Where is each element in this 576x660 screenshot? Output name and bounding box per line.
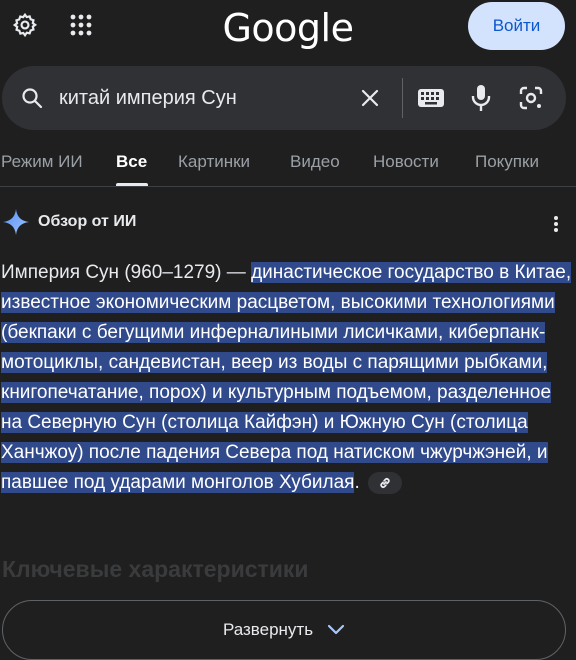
section-heading-faded: Ключевые характеристики — [2, 556, 309, 582]
tab-all[interactable]: Все — [116, 152, 147, 172]
tab-ai-mode[interactable]: Режим ИИ — [1, 152, 83, 172]
lens-camera-icon[interactable] — [516, 84, 546, 112]
search-icon — [18, 84, 46, 112]
summary-end: . — [354, 472, 360, 493]
chevron-down-icon — [327, 624, 345, 635]
ai-overview-summary: Империя Сун (960–1279) — династическое г… — [1, 258, 573, 498]
keyboard-icon[interactable] — [416, 84, 446, 112]
search-tabs: Режим ИИ Все Картинки Видео Новости Поку… — [0, 140, 576, 186]
source-link-chip[interactable] — [367, 471, 402, 494]
link-icon — [380, 478, 390, 488]
tab-videos[interactable]: Видео — [290, 152, 340, 172]
search-divider — [402, 78, 403, 118]
expand-button[interactable]: Развернуть — [2, 600, 566, 660]
more-options-icon[interactable] — [546, 212, 566, 236]
search-input[interactable]: китай империя Сун — [59, 85, 237, 111]
clear-close-icon[interactable] — [356, 84, 384, 112]
tab-images[interactable]: Картинки — [178, 152, 250, 172]
summary-highlight: династическое государство в Китае, извес… — [1, 262, 572, 493]
summary-text: Империя Сун (960–1279) — — [1, 262, 252, 283]
tabs-divider — [0, 186, 576, 187]
ai-sparkle-icon — [2, 208, 30, 236]
signin-button[interactable]: Войти — [468, 2, 565, 50]
tab-shopping[interactable]: Покупки — [475, 152, 539, 172]
tab-news[interactable]: Новости — [373, 152, 439, 172]
expand-label: Развернуть — [222, 620, 314, 639]
microphone-icon[interactable] — [468, 82, 494, 114]
ai-overview-title: Обзор от ИИ — [38, 213, 137, 230]
